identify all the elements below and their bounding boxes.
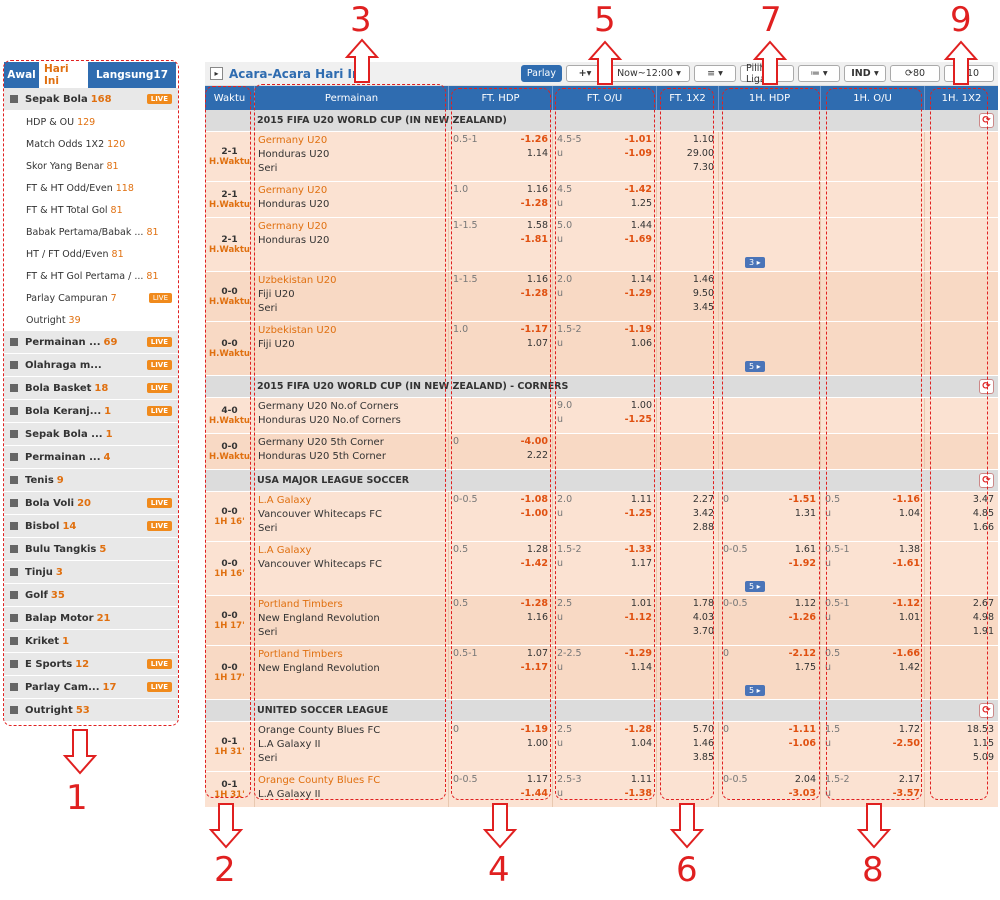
list-view-icon: ≔ xyxy=(810,68,820,79)
arrow-down-icon xyxy=(856,803,892,849)
annotation-label-5: 5 xyxy=(594,0,616,40)
annotation-box-5 xyxy=(555,88,655,800)
sort-dropdown[interactable]: ≡ ▾ xyxy=(694,65,736,82)
arrow-up-icon xyxy=(344,38,380,83)
plus-icon: + xyxy=(578,68,587,79)
annotation-box-2 xyxy=(205,86,251,798)
annotation-box-7 xyxy=(722,88,820,800)
annotation-box-3 xyxy=(254,84,446,800)
annotation-label-3: 3 xyxy=(350,0,372,40)
arrow-up-icon xyxy=(752,40,788,85)
annotation-box-4 xyxy=(451,88,551,800)
collapse-icon[interactable]: ▸ xyxy=(210,67,223,80)
sort-icon: ≡ xyxy=(707,68,716,79)
view-dropdown[interactable]: ≔ ▾ xyxy=(798,65,840,82)
annotation-box-8 xyxy=(826,88,922,800)
arrow-down-icon xyxy=(62,729,98,775)
refresh-button[interactable]: ⟳ 80 xyxy=(890,65,940,82)
annotation-label-4: 4 xyxy=(488,850,510,890)
odds-type-label: IND xyxy=(851,68,871,79)
arrow-down-icon xyxy=(669,803,705,849)
refresh-counter: 80 xyxy=(912,68,926,79)
annotation-label-6: 6 xyxy=(676,850,698,890)
refresh-icon: ⟳ xyxy=(904,68,913,79)
annotation-box-6 xyxy=(660,88,714,800)
annotation-label-1: 1 xyxy=(66,778,88,818)
annotation-box-9 xyxy=(930,88,988,800)
annotation-label-2: 2 xyxy=(214,850,236,890)
arrow-up-icon xyxy=(587,40,623,85)
arrow-down-icon xyxy=(482,803,518,849)
odds-type-dropdown[interactable]: IND ▾ xyxy=(844,65,886,82)
annotation-label-8: 8 xyxy=(862,850,884,890)
parlay-button[interactable]: Parlay xyxy=(520,65,562,82)
arrow-up-icon xyxy=(943,40,979,85)
annotation-label-7: 7 xyxy=(760,0,782,40)
arrow-down-icon xyxy=(208,803,244,849)
annotation-label-9: 9 xyxy=(950,0,972,40)
annotation-box-1 xyxy=(3,60,179,726)
time-filter-label: Now~12:00 xyxy=(617,68,674,79)
